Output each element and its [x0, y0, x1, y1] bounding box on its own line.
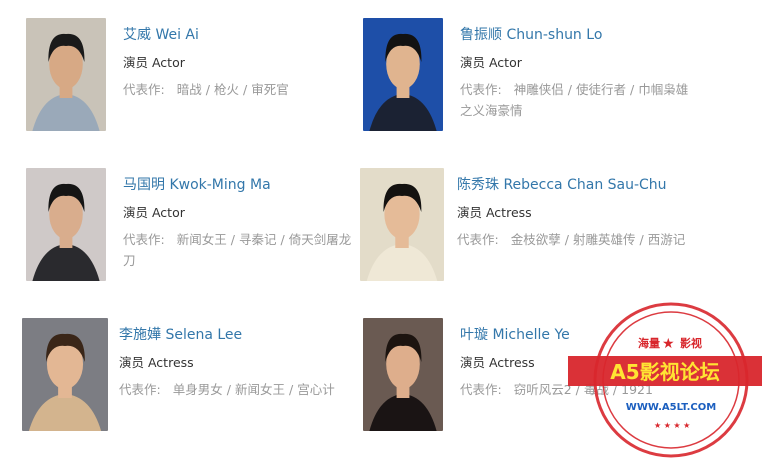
work-link[interactable]: 新闻女王: [177, 232, 227, 247]
work-link[interactable]: 西游记: [648, 232, 686, 247]
celebrity-info: 陈秀珠 Rebecca Chan Sau-Chu 演员 Actress 代表作: 金枝…: [457, 168, 697, 250]
work-link[interactable]: 审死官: [251, 82, 289, 97]
celebrity-photo[interactable]: [26, 168, 106, 281]
work-link[interactable]: 金枝欲孽: [511, 232, 561, 247]
stamp-url: WWW.A5LT.COM: [626, 402, 716, 413]
work-link[interactable]: 暗战: [177, 82, 202, 97]
celebrity-name-link[interactable]: 马国明 Kwok-Ming Ma: [123, 175, 363, 195]
works-label: 代表作:: [460, 82, 502, 97]
small-stars-icon: ★ ★ ★ ★: [654, 421, 690, 430]
celebrity-info: 马国明 Kwok-Ming Ma 演员 Actor 代表作: 新闻女王 / 寻秦记 / 倚天剑…: [123, 168, 363, 271]
stamp-top-right: 影视: [680, 336, 702, 350]
work-link[interactable]: 神雕侠侣: [514, 82, 564, 97]
celebrity-role: 演员 Actor: [460, 55, 522, 70]
works-separator: /: [564, 232, 569, 247]
celebrity-role: 演员 Actress: [119, 355, 194, 370]
work-link[interactable]: 射雕英雄传: [573, 232, 636, 247]
celebrity-photo[interactable]: [26, 18, 106, 131]
works-label: 代表作:: [119, 382, 161, 397]
works-separator: /: [230, 232, 235, 247]
celebrity-name-link[interactable]: 鲁振顺 Chun-shun Lo: [460, 25, 700, 45]
stamp-top-left: 海量: [638, 336, 660, 350]
works-separator: /: [639, 232, 644, 247]
work-link[interactable]: 窃听风云2: [514, 382, 572, 397]
work-link[interactable]: 宫心计: [297, 382, 335, 397]
celebrity-card: 李施嬅 Selena Lee 演员 Actress 代表作: 单身男女 / 新闻女王 / 宫心…: [22, 318, 362, 438]
celebrity-name-link[interactable]: 艾威 Wei Ai: [123, 25, 363, 45]
works-separator: /: [629, 82, 635, 97]
work-link[interactable]: 寻秦记: [239, 232, 277, 247]
celebrity-role: 演员 Actress: [457, 205, 532, 220]
works-label: 代表作:: [460, 382, 502, 397]
celebrity-card: 陈秀珠 Rebecca Chan Sau-Chu 演员 Actress 代表作: 金枝…: [360, 168, 700, 288]
work-link[interactable]: 使徒行者: [576, 82, 626, 97]
works-separator: /: [288, 382, 294, 397]
celebrity-name-link[interactable]: 陈秀珠 Rebecca Chan Sau-Chu: [457, 175, 697, 195]
works-separator: /: [226, 382, 231, 397]
works-label: 代表作:: [123, 232, 165, 247]
celebrity-photo[interactable]: [22, 318, 108, 431]
works-separator: /: [205, 82, 210, 97]
celebrity-card: 马国明 Kwok-Ming Ma 演员 Actor 代表作: 新闻女王 / 寻秦记 / 倚天剑…: [26, 168, 366, 288]
celebrity-photo[interactable]: [360, 168, 444, 281]
celebrity-role: 演员 Actor: [123, 205, 185, 220]
celebrity-card: 艾威 Wei Ai 演员 Actor 代表作: 暗战 / 枪火 / 审死官: [26, 18, 366, 138]
representative-works: 代表作: 金枝欲孽 / 射雕英雄传 / 西游记: [457, 229, 697, 250]
celebrity-info: 鲁振顺 Chun-shun Lo 演员 Actor 代表作: 神雕侠侣 / 使徒行者 / 巾帼…: [460, 18, 700, 121]
celebrity-info: 艾威 Wei Ai 演员 Actor 代表作: 暗战 / 枪火 / 审死官: [123, 18, 363, 100]
celebrity-info: 李施嬅 Selena Lee 演员 Actress 代表作: 单身男女 / 新闻女王 / 宫心…: [119, 318, 359, 400]
work-link[interactable]: 单身男女: [173, 382, 223, 397]
works-separator: /: [567, 82, 572, 97]
works-separator: /: [242, 82, 248, 97]
representative-works: 代表作: 新闻女王 / 寻秦记 / 倚天剑屠龙刀: [123, 229, 363, 271]
watermark-stamp: 海量 ★ 影视 A5影视论坛 WWW.A5LT.COM ★ ★ ★ ★: [568, 302, 762, 458]
celebrity-photo[interactable]: [363, 318, 443, 431]
representative-works: 代表作: 暗战 / 枪火 / 审死官: [123, 79, 363, 100]
works-separator: /: [280, 232, 285, 247]
representative-works: 代表作: 神雕侠侣 / 使徒行者 / 巾帼枭雄之义海豪情: [460, 79, 700, 121]
representative-works: 代表作: 单身男女 / 新闻女王 / 宫心计: [119, 379, 359, 400]
stamp-title: A5影视论坛: [610, 360, 719, 384]
celebrity-photo[interactable]: [363, 18, 443, 131]
works-label: 代表作:: [457, 232, 499, 247]
works-label: 代表作:: [123, 82, 165, 97]
celebrity-card: 鲁振顺 Chun-shun Lo 演员 Actor 代表作: 神雕侠侣 / 使徒行者 / 巾帼…: [363, 18, 703, 138]
work-link[interactable]: 新闻女王: [235, 382, 285, 397]
celebrity-name-link[interactable]: 李施嬅 Selena Lee: [119, 325, 359, 345]
star-icon: ★: [662, 336, 675, 352]
celebrity-role: 演员 Actor: [123, 55, 185, 70]
work-link[interactable]: 枪火: [214, 82, 239, 97]
